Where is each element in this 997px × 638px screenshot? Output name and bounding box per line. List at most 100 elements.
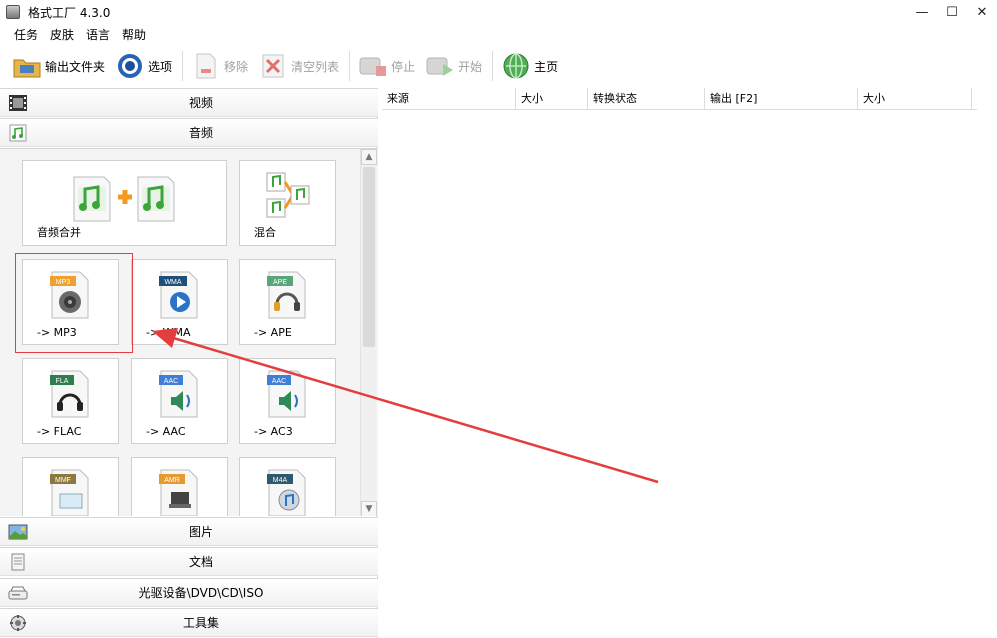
scroll-thumb[interactable] bbox=[363, 167, 375, 347]
audio-tiles-area: 音频合并 混合 MP3 -> MP3 WMA -> WMA APE -> APE… bbox=[0, 148, 378, 516]
minimize-button[interactable]: — bbox=[907, 0, 937, 24]
fla-badge: FLA bbox=[55, 378, 68, 385]
aac-badge: AAC bbox=[163, 378, 177, 385]
app-icon bbox=[6, 5, 20, 19]
tile-mix[interactable]: 混合 bbox=[239, 160, 336, 246]
film-icon bbox=[9, 95, 27, 111]
aac-speaker-icon: AAC bbox=[158, 370, 197, 418]
ac3-speaker-icon: AAC bbox=[266, 370, 305, 418]
task-table-header: 来源 大小 转换状态 输出 [F2] 大小 bbox=[382, 88, 977, 110]
picture-icon bbox=[8, 524, 28, 540]
ape-badge: APE bbox=[272, 279, 286, 286]
column-output[interactable]: 输出 [F2] bbox=[705, 88, 858, 110]
options-button[interactable]: 选项 bbox=[115, 49, 172, 83]
music-note-icon bbox=[9, 124, 27, 142]
flac-headset-icon: FLA bbox=[49, 370, 88, 418]
tile-mix-label: 混合 bbox=[254, 226, 276, 239]
category-toolbox[interactable]: 工具集 bbox=[0, 608, 378, 637]
tile-wma-label: -> WMA bbox=[146, 326, 191, 339]
tile-aac[interactable]: AAC -> AAC bbox=[131, 358, 228, 444]
close-button[interactable]: ✕ bbox=[967, 0, 997, 24]
ape-headphone-icon: APE bbox=[266, 271, 305, 319]
tile-mp3-label: -> MP3 bbox=[37, 326, 77, 339]
audio-scrollbar[interactable]: ▲ ▼ bbox=[360, 149, 377, 516]
start-label: 开始 bbox=[458, 59, 483, 74]
clear-list-button[interactable]: 清空列表 bbox=[258, 49, 339, 83]
tile-wma[interactable]: WMA -> WMA bbox=[131, 259, 228, 345]
menu-language[interactable]: 语言 bbox=[86, 26, 110, 43]
maximize-button[interactable]: ☐ bbox=[937, 0, 967, 24]
menu-task[interactable]: 任务 bbox=[14, 26, 38, 43]
category-optical[interactable]: 光驱设备\DVD\CD\ISO bbox=[0, 578, 378, 607]
remove-label: 移除 bbox=[224, 59, 249, 74]
toolbar: 输出文件夹 选项 移除 清空列表 停止 开始 主页 bbox=[0, 46, 997, 86]
column-output-size[interactable]: 大小 bbox=[858, 88, 972, 110]
title-bar: 格式工厂 4.3.0 — ☐ ✕ bbox=[0, 0, 997, 24]
category-video-label: 视频 bbox=[188, 96, 213, 110]
clear-list-label: 清空列表 bbox=[291, 59, 340, 74]
category-video[interactable]: 视频 bbox=[0, 88, 378, 117]
optical-drive-icon bbox=[8, 586, 28, 600]
wma-badge: WMA bbox=[164, 279, 181, 286]
output-folder-button[interactable]: 输出文件夹 bbox=[12, 49, 105, 83]
menu-help[interactable]: 帮助 bbox=[122, 26, 146, 43]
home-button[interactable]: 主页 bbox=[501, 49, 558, 83]
category-picture[interactable]: 图片 bbox=[0, 517, 378, 546]
scroll-up-arrow-icon[interactable]: ▲ bbox=[361, 149, 377, 165]
tile-ac3-label: -> AC3 bbox=[254, 425, 293, 438]
tile-flac-label: -> FLAC bbox=[37, 425, 82, 438]
audio-merge-icon bbox=[73, 176, 174, 222]
tile-aac-label: -> AAC bbox=[146, 425, 186, 438]
globe-icon bbox=[501, 51, 531, 81]
amr-badge: AMR bbox=[164, 477, 180, 484]
tile-flac[interactable]: FLA -> FLAC bbox=[22, 358, 119, 444]
column-size[interactable]: 大小 bbox=[516, 88, 588, 110]
remove-button[interactable]: 移除 bbox=[191, 49, 248, 83]
toolbar-separator bbox=[492, 51, 494, 81]
category-toolbox-label: 工具集 bbox=[182, 616, 219, 630]
category-document[interactable]: 文档 bbox=[0, 547, 378, 576]
tile-ac3[interactable]: AAC -> AC3 bbox=[239, 358, 336, 444]
window-controls: — ☐ ✕ bbox=[907, 0, 997, 24]
clear-list-icon bbox=[258, 51, 288, 81]
folder-icon bbox=[12, 51, 42, 81]
column-status[interactable]: 转换状态 bbox=[588, 88, 705, 110]
category-audio-label: 音频 bbox=[188, 126, 213, 140]
category-picture-label: 图片 bbox=[188, 525, 213, 539]
toolbar-separator bbox=[182, 51, 184, 81]
tile-mmf[interactable]: MMF bbox=[22, 457, 119, 516]
menu-bar: 任务 皮肤 语言 帮助 bbox=[0, 25, 158, 43]
tile-audio-merge-label: 音频合并 bbox=[37, 226, 81, 239]
mix-icon bbox=[266, 172, 309, 218]
aac-badge: AAC bbox=[271, 378, 285, 385]
tile-m4a[interactable]: M4A bbox=[239, 457, 336, 516]
toolbar-separator bbox=[349, 51, 351, 81]
tile-amr[interactable]: AMR bbox=[131, 457, 228, 516]
category-optical-label: 光驱设备\DVD\CD\ISO bbox=[138, 586, 264, 600]
mp3-badge: MP3 bbox=[55, 279, 70, 286]
scroll-down-arrow-icon[interactable]: ▼ bbox=[361, 501, 377, 516]
tile-audio-merge[interactable]: 音频合并 bbox=[22, 160, 227, 246]
mp3-speaker-icon: MP3 bbox=[49, 271, 88, 319]
mmf-icon: MMF bbox=[49, 469, 88, 516]
menu-skin[interactable]: 皮肤 bbox=[50, 26, 74, 43]
options-icon bbox=[115, 51, 145, 81]
stop-icon bbox=[358, 51, 388, 81]
document-icon bbox=[11, 553, 25, 571]
amr-icon: AMR bbox=[158, 469, 197, 516]
tile-ape-label: -> APE bbox=[254, 326, 292, 339]
output-folder-label: 输出文件夹 bbox=[45, 59, 106, 74]
category-audio[interactable]: 音频 bbox=[0, 118, 378, 147]
remove-icon bbox=[191, 51, 221, 81]
tile-ape[interactable]: APE -> APE bbox=[239, 259, 336, 345]
start-icon bbox=[425, 51, 455, 81]
category-document-label: 文档 bbox=[188, 555, 213, 569]
wma-play-icon: WMA bbox=[158, 271, 197, 319]
mmf-badge: MMF bbox=[55, 477, 71, 484]
start-button[interactable]: 开始 bbox=[425, 49, 482, 83]
m4a-icon: M4A bbox=[266, 469, 305, 516]
tile-mp3[interactable]: MP3 -> MP3 bbox=[22, 259, 119, 345]
stop-button[interactable]: 停止 bbox=[358, 49, 415, 83]
column-source[interactable]: 来源 bbox=[382, 88, 516, 110]
m4a-badge: M4A bbox=[272, 477, 287, 484]
